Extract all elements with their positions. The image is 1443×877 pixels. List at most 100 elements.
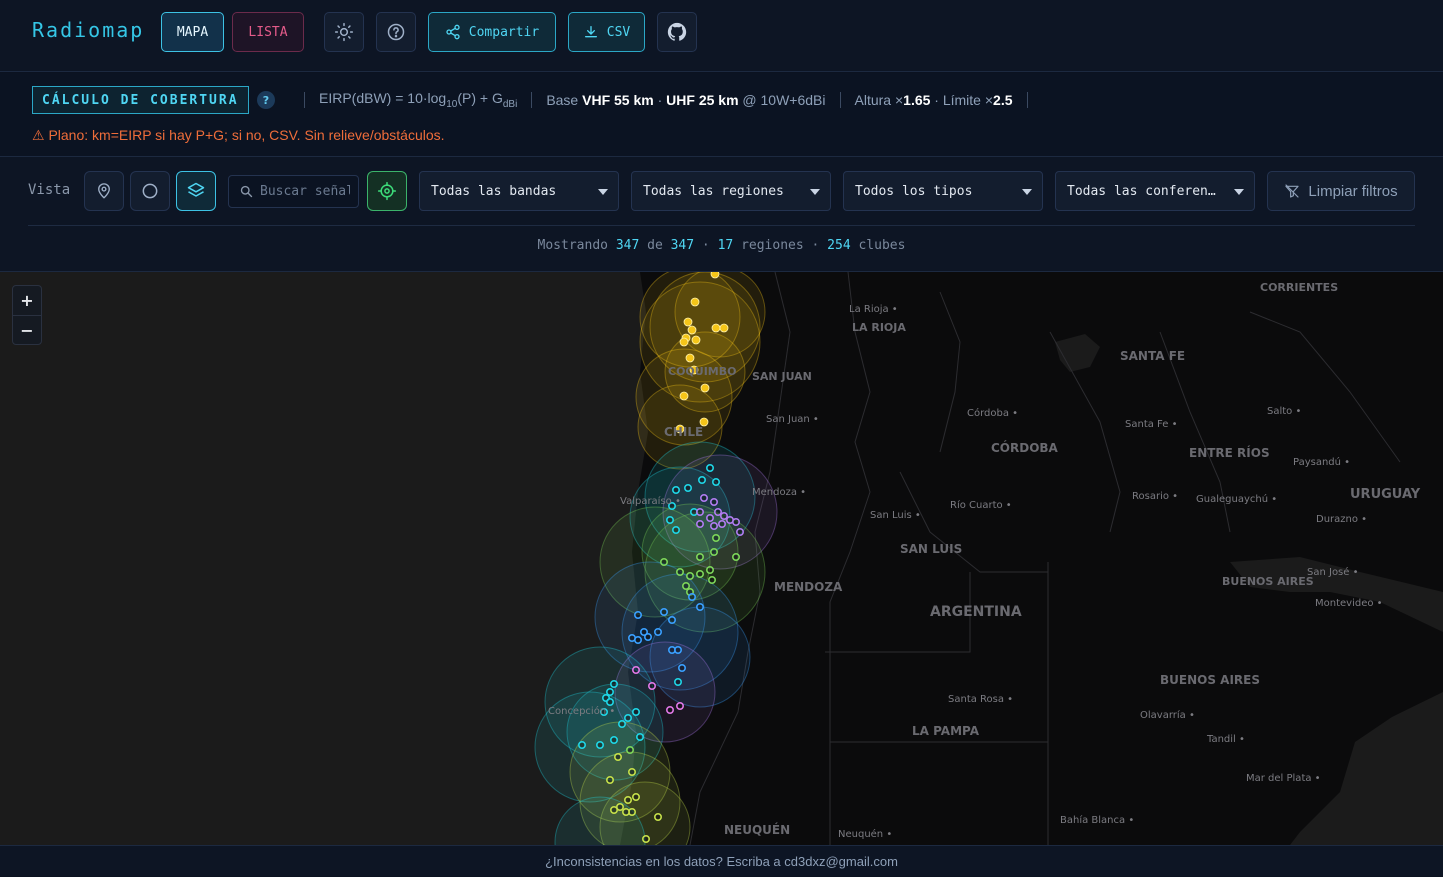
locate-me-button[interactable]	[367, 171, 407, 211]
map-label: Valparaíso •	[620, 495, 681, 507]
station-marker[interactable]	[709, 522, 718, 531]
help-button[interactable]	[376, 12, 416, 52]
station-marker[interactable]	[617, 719, 626, 728]
station-marker[interactable]	[711, 323, 721, 333]
share-button[interactable]: Compartir	[428, 12, 556, 52]
station-marker[interactable]	[731, 552, 740, 561]
station-marker[interactable]	[643, 632, 652, 641]
station-marker[interactable]	[695, 569, 704, 578]
clear-filters-button[interactable]: Limpiar filtros	[1267, 171, 1415, 211]
station-marker[interactable]	[631, 792, 640, 801]
station-marker[interactable]	[685, 571, 694, 580]
station-marker[interactable]	[625, 745, 634, 754]
station-marker[interactable]	[687, 325, 697, 335]
coverage-help-icon[interactable]: ?	[257, 91, 275, 109]
station-marker[interactable]	[605, 697, 614, 706]
station-marker[interactable]	[675, 567, 684, 576]
station-marker[interactable]	[659, 607, 668, 616]
station-marker[interactable]	[667, 615, 676, 624]
station-marker[interactable]	[713, 508, 722, 517]
station-marker[interactable]	[695, 508, 704, 517]
station-marker[interactable]	[710, 272, 720, 279]
zoom-in-button[interactable]: +	[13, 286, 41, 315]
station-marker[interactable]	[609, 735, 618, 744]
station-marker[interactable]	[717, 520, 726, 529]
station-marker[interactable]	[633, 635, 642, 644]
map-label: Gualeguaychú •	[1196, 493, 1277, 505]
station-marker[interactable]	[685, 353, 695, 363]
station-marker[interactable]	[673, 677, 682, 686]
station-marker[interactable]	[631, 665, 640, 674]
station-marker[interactable]	[605, 687, 614, 696]
station-marker[interactable]	[695, 602, 704, 611]
github-button[interactable]	[657, 12, 697, 52]
zoom-out-button[interactable]: −	[13, 315, 41, 344]
station-marker[interactable]	[659, 557, 668, 566]
station-marker[interactable]	[709, 547, 718, 556]
station-marker[interactable]	[695, 520, 704, 529]
search-input[interactable]	[260, 184, 350, 199]
station-marker[interactable]	[621, 807, 630, 816]
station-marker[interactable]	[711, 478, 720, 487]
station-marker[interactable]	[695, 552, 704, 561]
station-marker[interactable]	[653, 627, 662, 636]
tab-list[interactable]: LISTA	[232, 12, 304, 52]
station-marker[interactable]	[605, 775, 614, 784]
station-marker[interactable]	[613, 752, 622, 761]
station-marker[interactable]	[681, 581, 690, 590]
station-marker[interactable]	[679, 337, 689, 347]
region-select[interactable]: Todas las regiones	[631, 171, 831, 211]
station-marker[interactable]	[623, 713, 632, 722]
band-select[interactable]: Todas las bandas	[419, 171, 619, 211]
station-marker[interactable]	[719, 323, 729, 333]
station-marker[interactable]	[653, 812, 662, 821]
station-marker[interactable]	[687, 592, 696, 601]
theme-toggle-button[interactable]	[324, 12, 364, 52]
station-marker[interactable]	[671, 486, 680, 495]
conference-select[interactable]: Todas las conferencias	[1055, 171, 1255, 211]
station-marker[interactable]	[705, 464, 714, 473]
station-marker[interactable]	[635, 732, 644, 741]
station-marker[interactable]	[691, 335, 701, 345]
station-marker[interactable]	[577, 740, 586, 749]
station-marker[interactable]	[683, 484, 692, 493]
view-points-button[interactable]	[84, 171, 124, 211]
station-marker[interactable]	[609, 679, 618, 688]
search-box[interactable]	[228, 175, 359, 208]
station-marker[interactable]	[705, 514, 714, 523]
coverage-map[interactable]: CORRIENTES La Rioja • LA RIOJA SANTA FE SAN …	[0, 272, 1443, 845]
station-marker[interactable]	[711, 533, 720, 542]
station-marker[interactable]	[675, 701, 684, 710]
station-marker[interactable]	[631, 707, 640, 716]
station-marker[interactable]	[609, 805, 618, 814]
csv-download-button[interactable]: CSV	[568, 12, 645, 52]
station-marker[interactable]	[690, 297, 700, 307]
view-circles-button[interactable]	[130, 171, 170, 211]
station-marker[interactable]	[665, 516, 674, 525]
station-marker[interactable]	[641, 834, 650, 843]
station-marker[interactable]	[679, 391, 689, 401]
station-marker[interactable]	[709, 498, 718, 507]
station-marker[interactable]	[671, 526, 680, 535]
station-marker[interactable]	[647, 681, 656, 690]
station-marker[interactable]	[623, 795, 632, 804]
station-marker[interactable]	[735, 527, 744, 536]
station-marker[interactable]	[699, 494, 708, 503]
station-marker[interactable]	[731, 518, 740, 527]
station-marker[interactable]	[719, 512, 728, 521]
station-marker[interactable]	[677, 663, 686, 672]
view-layers-button[interactable]	[176, 171, 216, 211]
station-marker[interactable]	[627, 767, 636, 776]
map-canvas[interactable]: CORRIENTES La Rioja • LA RIOJA SANTA FE SAN …	[0, 272, 1443, 845]
station-marker[interactable]	[707, 575, 716, 584]
type-select[interactable]: Todos los tipos	[843, 171, 1043, 211]
station-marker[interactable]	[705, 565, 714, 574]
station-marker[interactable]	[697, 476, 706, 485]
station-marker[interactable]	[665, 705, 674, 714]
station-marker[interactable]	[673, 645, 682, 654]
station-marker[interactable]	[633, 610, 642, 619]
station-marker[interactable]	[683, 317, 693, 327]
station-marker[interactable]	[595, 740, 604, 749]
tab-map[interactable]: MAPA	[161, 12, 224, 52]
station-marker[interactable]	[700, 383, 710, 393]
